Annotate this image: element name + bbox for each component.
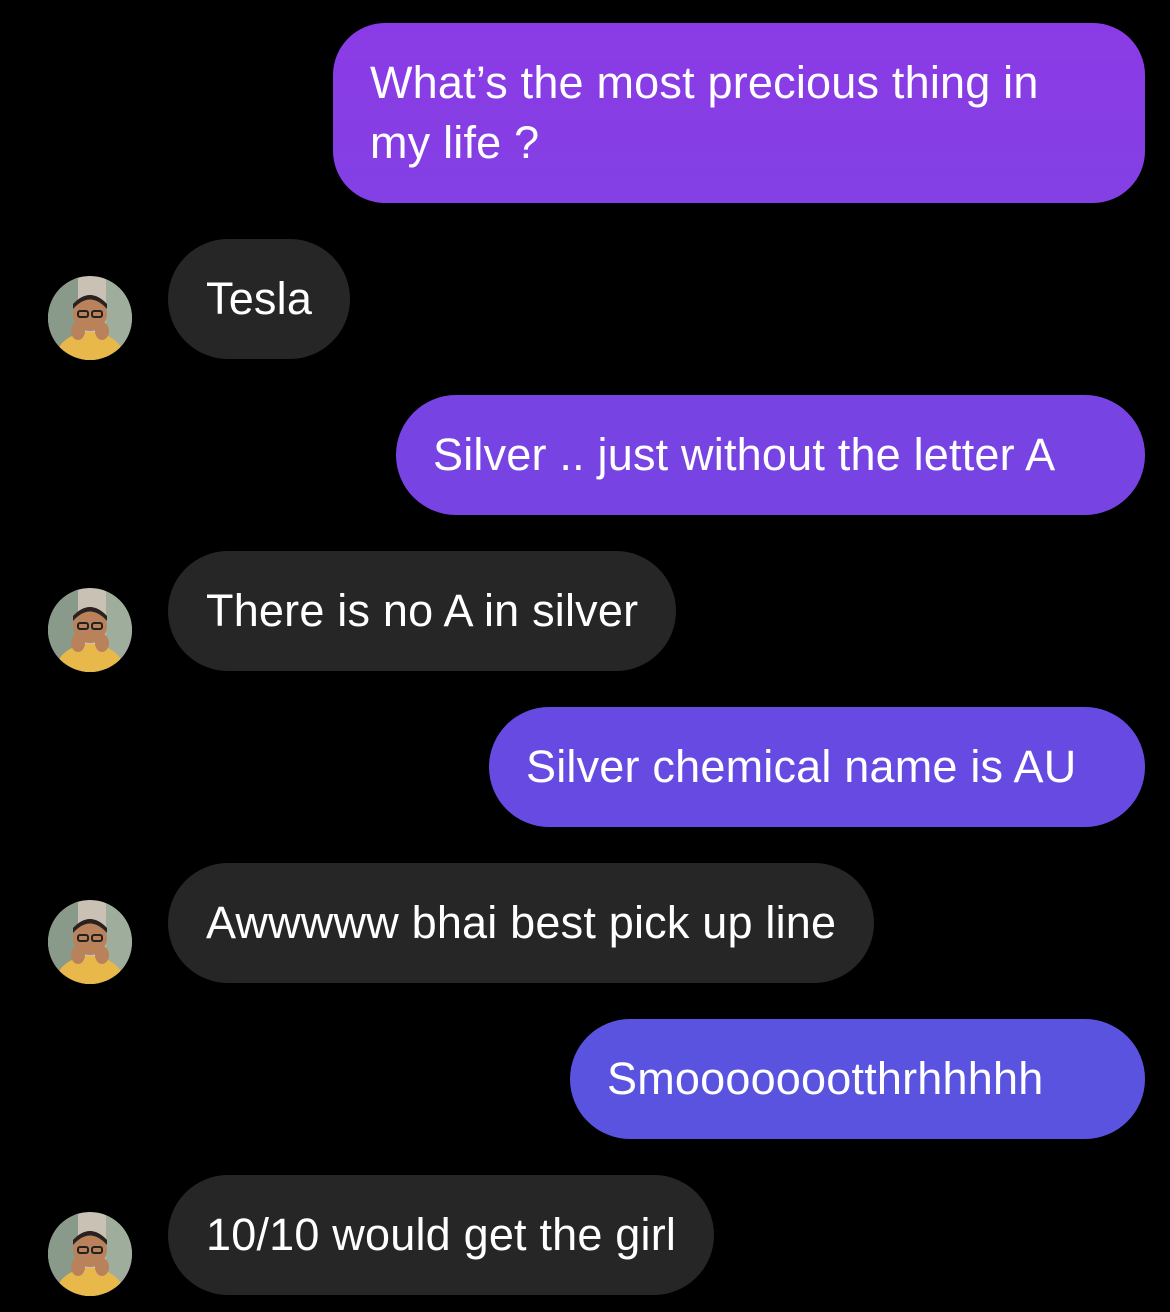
message-text: Silver chemical name is AU [526, 741, 1077, 792]
received-message-bubble[interactable]: 10/10 would get the girl [168, 1175, 715, 1295]
avatar-photo-icon [48, 900, 132, 984]
received-message-bubble[interactable]: Tesla [168, 239, 351, 359]
contact-avatar[interactable] [48, 900, 132, 984]
received-message-bubble[interactable]: There is no A in silver [168, 551, 677, 671]
message-text: Silver .. just without the letter A [433, 429, 1056, 480]
message-text: Awwwww bhai best pick up line [206, 897, 837, 948]
avatar-photo-icon [48, 276, 132, 360]
chat-thread: What’s the most precious thing in my lif… [0, 0, 1170, 1312]
message-text: 10/10 would get the girl [206, 1209, 677, 1260]
received-message-bubble[interactable]: Awwwww bhai best pick up line [168, 863, 875, 983]
message-text: There is no A in silver [206, 585, 639, 636]
contact-avatar[interactable] [48, 1212, 132, 1296]
avatar-photo-icon [48, 1212, 132, 1296]
contact-avatar[interactable] [48, 588, 132, 672]
sent-message-bubble[interactable]: Smoooooootthrhhhhh [570, 1019, 1145, 1139]
message-text: Tesla [206, 273, 313, 324]
avatar-photo-icon [48, 588, 132, 672]
contact-avatar[interactable] [48, 276, 132, 360]
sent-message-bubble[interactable]: What’s the most precious thing in my lif… [333, 23, 1145, 203]
message-text: Smoooooootthrhhhhh [607, 1053, 1044, 1104]
sent-message-bubble[interactable]: Silver chemical name is AU [489, 707, 1145, 827]
message-text: What’s the most precious thing in my lif… [370, 57, 1039, 168]
sent-message-bubble[interactable]: Silver .. just without the letter A [396, 395, 1145, 515]
